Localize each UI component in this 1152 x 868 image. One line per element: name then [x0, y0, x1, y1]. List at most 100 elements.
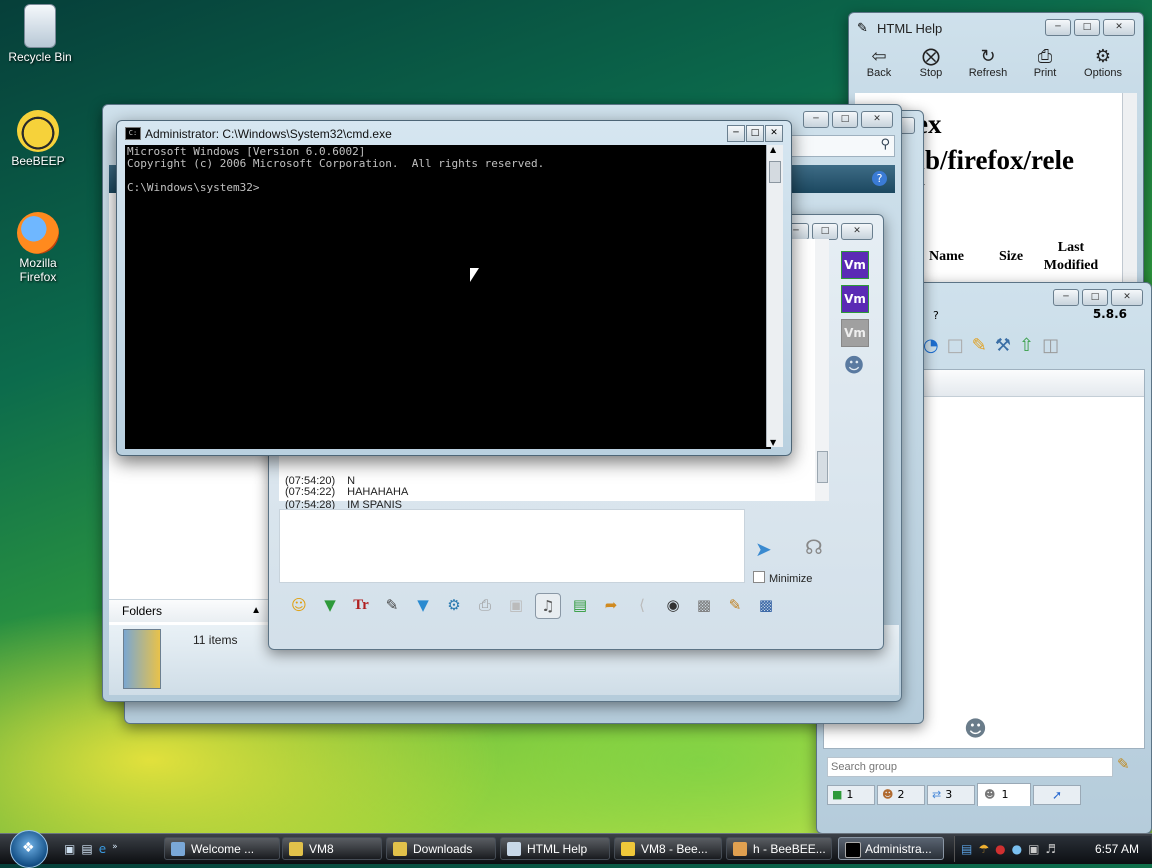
- tray-alert-icon[interactable]: ●: [995, 842, 1005, 856]
- code-icon[interactable]: ⟨: [630, 593, 654, 617]
- chat-icon: ■: [832, 788, 843, 801]
- taskbar-button-welcome[interactable]: Welcome ...: [164, 837, 280, 860]
- taskbar-button-administrator[interactable]: Administra...: [838, 837, 944, 860]
- microphone-icon[interactable]: ☊: [805, 535, 823, 559]
- vm-user-offline-icon[interactable]: Vm: [841, 319, 869, 347]
- close-button[interactable]: ✕: [861, 111, 893, 128]
- windows-logo-icon: ❖: [22, 840, 35, 856]
- help-scrollbar[interactable]: [1122, 93, 1137, 303]
- clear-search-icon[interactable]: ✎: [1117, 755, 1130, 773]
- folders-toggle[interactable]: Folders ▲: [109, 599, 269, 622]
- save-icon[interactable]: ▩: [754, 593, 778, 617]
- desktop-icon-beebeep[interactable]: BeeBEEP: [0, 110, 78, 168]
- update-icon[interactable]: ⇧: [1019, 335, 1034, 356]
- help-menu[interactable]: ?: [933, 309, 939, 322]
- share-icon[interactable]: ➦: [599, 593, 623, 617]
- help-icon[interactable]: ?: [872, 171, 887, 186]
- minimize-button[interactable]: ─: [1053, 289, 1079, 306]
- print-icon[interactable]: ⎙: [473, 593, 497, 617]
- edit-pencil-icon[interactable]: ✎: [972, 335, 987, 356]
- dropdown-arrow-icon[interactable]: ▼: [318, 593, 342, 617]
- font-icon[interactable]: Tr: [349, 593, 373, 617]
- send-icon[interactable]: ➤: [755, 537, 772, 561]
- taskbar-button-vm8[interactable]: VM8: [282, 837, 382, 860]
- message-input[interactable]: [279, 509, 745, 583]
- chat-scrollbar[interactable]: [815, 239, 829, 501]
- tab-group-1[interactable]: ■ 1: [827, 785, 875, 805]
- back-button[interactable]: ⇦ Back: [855, 45, 903, 89]
- scrollbar-thumb[interactable]: [817, 451, 828, 483]
- maximize-button[interactable]: □: [812, 223, 838, 240]
- scrollbar-thumb[interactable]: [769, 161, 781, 183]
- desktop-icon-recycle-bin[interactable]: Recycle Bin: [0, 4, 80, 64]
- back-label: Back: [866, 67, 892, 79]
- screenshot-icon[interactable]: ▩: [692, 593, 716, 617]
- tray-monitor-icon[interactable]: ▣: [1028, 842, 1039, 856]
- tab-group-users[interactable]: ☻ 1: [977, 783, 1031, 806]
- folders-label: Folders: [122, 604, 163, 618]
- cmd-window[interactable]: C: Administrator: C:\Windows\System32\cm…: [116, 120, 792, 456]
- music-note-icon[interactable]: ♫: [535, 593, 561, 619]
- refresh-button[interactable]: ↻ Refresh: [959, 45, 1017, 89]
- document-icon[interactable]: ▤: [568, 593, 592, 617]
- tray-volume-icon[interactable]: ♬: [1045, 842, 1056, 856]
- close-button[interactable]: ✕: [1111, 289, 1143, 306]
- network-icon: ⇄: [932, 788, 942, 801]
- close-button[interactable]: ✕: [765, 125, 783, 142]
- tab-group-2[interactable]: ☻ 2: [877, 785, 925, 805]
- scroll-down-icon[interactable]: ▼: [770, 438, 776, 447]
- stop-button[interactable]: ⨂ Stop: [907, 45, 955, 89]
- image-icon[interactable]: ▣: [504, 593, 528, 617]
- scroll-up-icon[interactable]: ▲: [770, 145, 776, 154]
- maximize-button[interactable]: □: [746, 125, 764, 142]
- switch-windows-icon[interactable]: ▤: [81, 842, 92, 856]
- folder-icon[interactable]: □: [947, 335, 964, 356]
- emoticon-icon[interactable]: ☺: [287, 593, 311, 617]
- close-button[interactable]: ✕: [841, 223, 873, 240]
- tab-group-3[interactable]: ⇄ 3: [927, 785, 975, 805]
- search-group-input[interactable]: [827, 757, 1113, 777]
- internet-explorer-icon[interactable]: e: [99, 842, 106, 856]
- checkbox-label: Minimize: [769, 573, 813, 585]
- close-button[interactable]: ✕: [1103, 19, 1135, 36]
- refresh-label: Refresh: [968, 67, 1008, 79]
- minimize-button[interactable]: ─: [1045, 19, 1071, 36]
- quick-launch-overflow-icon[interactable]: »: [112, 842, 118, 856]
- vm-user-icon[interactable]: Vm: [841, 285, 869, 313]
- taskbar-button-vm8-beebeep[interactable]: VM8 - Bee...: [614, 837, 722, 860]
- minimize-checkbox[interactable]: Minimize: [753, 571, 812, 585]
- notes-icon[interactable]: ✎: [723, 593, 747, 617]
- console-output[interactable]: Microsoft Windows [Version 6.0.6002] Cop…: [125, 145, 771, 449]
- tray-updates-icon[interactable]: ●: [1012, 842, 1022, 856]
- start-button[interactable]: ❖: [10, 830, 48, 868]
- clock[interactable]: 6:57 AM: [1095, 842, 1139, 856]
- options-button[interactable]: ⚙ Options: [1073, 45, 1133, 89]
- checkbox-box[interactable]: [753, 571, 765, 583]
- taskbar-button-h-beebeep[interactable]: h - BeeBEE...: [726, 837, 832, 860]
- minimize-button[interactable]: ─: [727, 125, 745, 142]
- minimize-button[interactable]: ─: [803, 111, 829, 128]
- maximize-button[interactable]: □: [1082, 289, 1108, 306]
- print-button[interactable]: ⎙ Print: [1021, 45, 1069, 89]
- tray-icons: ▤ ☂ ● ● ▣ ♬: [961, 842, 1056, 856]
- tray-shield-icon[interactable]: ☂: [978, 842, 989, 856]
- webcam-icon[interactable]: ◉: [661, 593, 685, 617]
- taskbar-button-html-help[interactable]: HTML Help: [500, 837, 610, 860]
- network-icon[interactable]: ◔: [923, 335, 939, 356]
- filter-icon[interactable]: ▼: [411, 593, 435, 617]
- tab-transfers[interactable]: ➚: [1033, 785, 1081, 805]
- settings-tools-icon[interactable]: ⚒: [995, 335, 1011, 356]
- tray-network-icon[interactable]: ▤: [961, 842, 972, 856]
- vm-user-icon[interactable]: Vm: [841, 251, 869, 279]
- show-desktop-icon[interactable]: ▣: [64, 842, 75, 856]
- folder-thumbnail-icon: [123, 629, 161, 689]
- settings-gear-icon[interactable]: ⚙: [442, 593, 466, 617]
- desktop-icon-firefox[interactable]: Mozilla Firefox: [0, 212, 78, 284]
- maximize-button[interactable]: □: [832, 111, 858, 128]
- maximize-button[interactable]: □: [1074, 19, 1100, 36]
- taskbar-button-downloads[interactable]: Downloads: [386, 837, 496, 860]
- group-users-icon[interactable]: ☻: [841, 353, 867, 379]
- trash-icon[interactable]: ◫: [1042, 335, 1059, 356]
- color-picker-icon[interactable]: ✎: [380, 593, 404, 617]
- cmd-scrollbar[interactable]: ▲ ▼: [766, 145, 783, 447]
